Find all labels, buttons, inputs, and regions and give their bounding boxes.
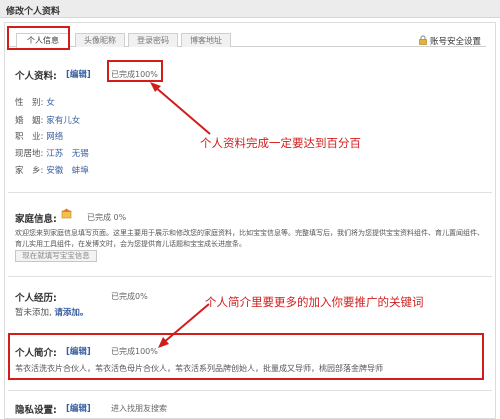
intro-edit-link[interactable]: [编辑] xyxy=(66,345,91,357)
intro-title: 个人简介: xyxy=(15,348,57,359)
experience-complete-status: 已完成0% xyxy=(111,292,148,301)
account-security-link[interactable]: 账号安全设置 xyxy=(430,35,481,47)
tab-highlight-box xyxy=(7,26,70,50)
annotation-intro-keywords: 个人简介里要更多的加入你要推广的关键词 xyxy=(205,295,424,309)
intro-text: 苇衣活洗衣片合伙人，苇衣活色母片合伙人，苇衣活系列品牌创始人，批量成又导师，桃园… xyxy=(15,364,383,373)
profile-field-hometown: 家 乡: 安徽 蚌埠 xyxy=(15,166,89,176)
profile-field-job: 职 业: 网络 xyxy=(15,132,64,142)
lock-icon xyxy=(418,35,428,45)
family-description: 欢迎您来到家庭信息填写页面。这里主要用于展示和修改您的家庭资料，比如宝宝信息等。… xyxy=(15,229,484,248)
tab-bar: 个人信息 头像昵称 登录密码 博客地址 xyxy=(8,33,486,48)
privacy-title: 隐私设置: xyxy=(15,405,57,416)
annotation-arrow-1 xyxy=(150,82,211,135)
divider xyxy=(8,390,492,391)
profile-complete-highlight xyxy=(107,60,163,82)
privacy-text: 进入找朋友搜索 xyxy=(111,404,167,413)
profile-title: 个人资料: xyxy=(15,71,57,82)
fill-baby-info-button[interactable]: 现在就填写宝宝信息 xyxy=(15,250,97,262)
experience-title: 个人经历: xyxy=(15,293,57,304)
page-header xyxy=(0,0,500,18)
divider xyxy=(8,276,492,277)
profile-field-residence: 现居地: 江苏 无锡 xyxy=(15,149,89,159)
tab-login-password[interactable]: 登录密码 xyxy=(128,33,178,47)
family-icon xyxy=(61,208,72,219)
experience-empty: 暂未添加, 请添加。 xyxy=(15,308,89,318)
tab-blog-address[interactable]: 博客地址 xyxy=(181,33,231,47)
page-title: 修改个人资料 xyxy=(6,7,61,17)
intro-complete-status: 已完成100% xyxy=(111,347,158,356)
tab-avatar-nickname[interactable]: 头像昵称 xyxy=(75,33,125,47)
annotation-profile-complete: 个人资料完成一定要达到百分百 xyxy=(200,136,361,150)
add-experience-link[interactable]: 请添加。 xyxy=(54,308,88,318)
profile-field-marriage: 婚 姻: 家有儿女 xyxy=(15,116,81,126)
divider xyxy=(8,192,492,193)
family-complete-status: 已完成 0% xyxy=(87,213,127,222)
profile-field-gender: 性 别: 女 xyxy=(15,98,55,108)
family-title: 家庭信息: xyxy=(15,214,57,225)
profile-edit-link[interactable]: [编辑] xyxy=(66,68,91,80)
privacy-edit-link[interactable]: [编辑] xyxy=(66,402,91,414)
